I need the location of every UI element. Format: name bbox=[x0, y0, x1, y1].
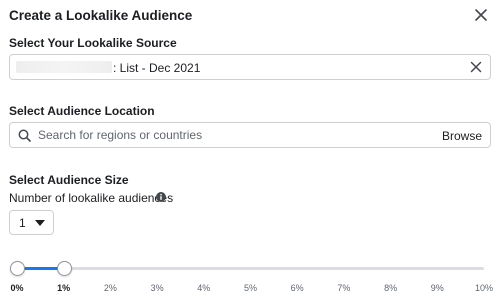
slider-tick-label: 2% bbox=[103, 283, 117, 293]
clear-source-button[interactable] bbox=[470, 61, 482, 73]
search-icon bbox=[18, 129, 31, 142]
audience-size-slider-track[interactable] bbox=[17, 267, 484, 270]
source-field[interactable]: : List - Dec 2021 bbox=[9, 54, 491, 80]
info-icon[interactable] bbox=[156, 192, 166, 202]
count-label: Number of lookalike audiences bbox=[9, 191, 174, 205]
dialog-title: Create a Lookalike Audience bbox=[9, 8, 193, 23]
location-section-label: Select Audience Location bbox=[9, 104, 155, 118]
slider-tick-label: 0% bbox=[10, 283, 24, 293]
slider-tick-label: 5% bbox=[243, 283, 257, 293]
browse-button[interactable]: Browse bbox=[442, 129, 482, 143]
slider-tick-label: 1% bbox=[57, 283, 71, 293]
slider-handle-min[interactable] bbox=[10, 261, 25, 276]
slider-tick-label: 10% bbox=[474, 283, 493, 293]
location-search-input[interactable] bbox=[38, 126, 418, 144]
size-section-label: Select Audience Size bbox=[9, 173, 129, 187]
audience-count-select[interactable]: 1 bbox=[9, 210, 54, 235]
source-section-label: Select Your Lookalike Source bbox=[9, 36, 177, 50]
chevron-down-icon bbox=[35, 220, 45, 226]
count-value: 1 bbox=[19, 216, 26, 230]
source-value: : List - Dec 2021 bbox=[113, 61, 201, 75]
slider-tick-label: 7% bbox=[337, 283, 351, 293]
location-search-field: Browse bbox=[9, 122, 491, 148]
close-icon bbox=[475, 9, 487, 21]
redacted-source-name bbox=[16, 61, 112, 73]
slider-tick-label: 6% bbox=[290, 283, 304, 293]
close-button[interactable] bbox=[474, 8, 488, 22]
slider-handle-max[interactable] bbox=[56, 261, 72, 276]
slider-tick-label: 3% bbox=[150, 283, 164, 293]
clear-icon bbox=[470, 61, 482, 73]
slider-tick-label: 8% bbox=[384, 283, 398, 293]
slider-tick-label: 4% bbox=[197, 283, 211, 293]
slider-tick-label: 9% bbox=[430, 283, 444, 293]
